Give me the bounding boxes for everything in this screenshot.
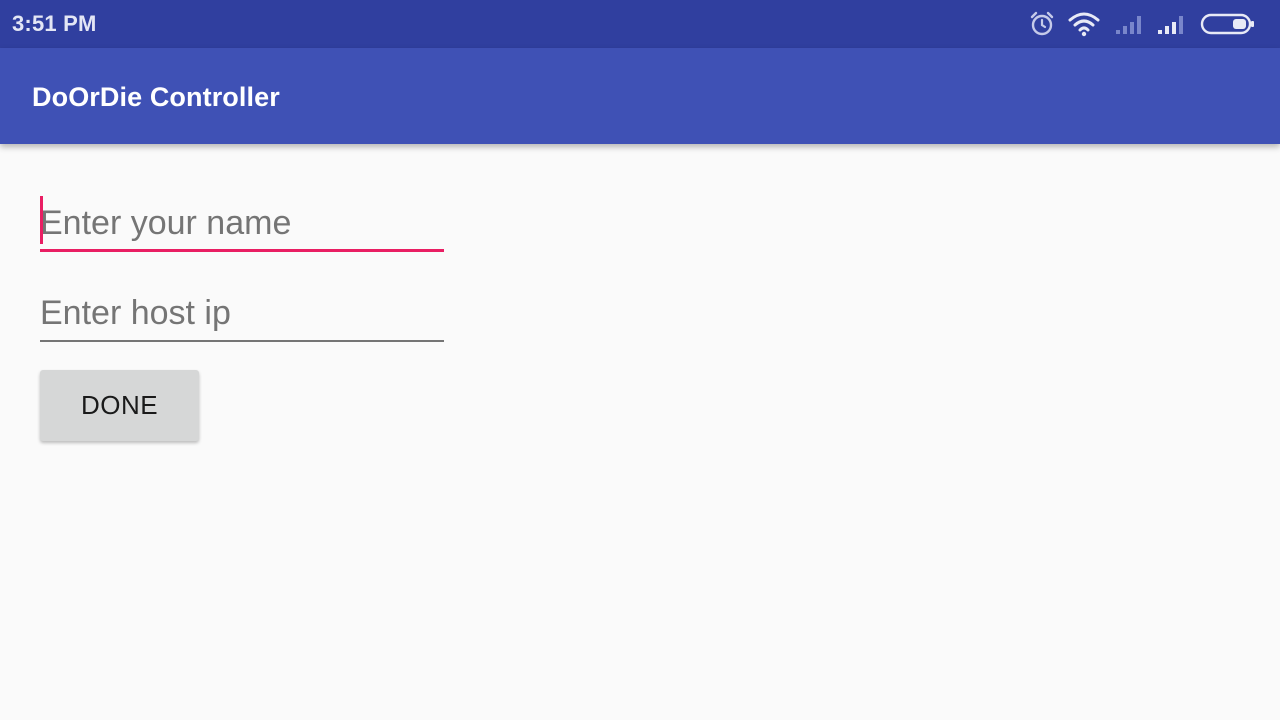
done-button[interactable]: DONE	[40, 370, 199, 441]
alarm-icon	[1030, 11, 1054, 36]
app-title: DoOrDie Controller	[32, 82, 280, 112]
battery-icon	[1200, 13, 1254, 35]
name-input[interactable]	[40, 200, 444, 246]
app-bar: DoOrDie Controller	[0, 48, 1280, 144]
host-ip-input-underline	[40, 340, 444, 342]
status-bar: 3:51 PM	[0, 0, 1280, 48]
host-field-container	[40, 288, 444, 342]
name-input-underline	[40, 249, 444, 252]
name-field-container	[40, 196, 444, 252]
text-cursor	[40, 196, 43, 244]
wifi-icon	[1068, 12, 1100, 37]
status-time: 3:51 PM	[12, 11, 97, 36]
status-icons	[1028, 10, 1268, 38]
main-content: DONE	[0, 144, 1280, 720]
signal-icon	[1158, 16, 1183, 34]
host-ip-input[interactable]	[40, 290, 444, 336]
signal-icon	[1116, 16, 1141, 34]
